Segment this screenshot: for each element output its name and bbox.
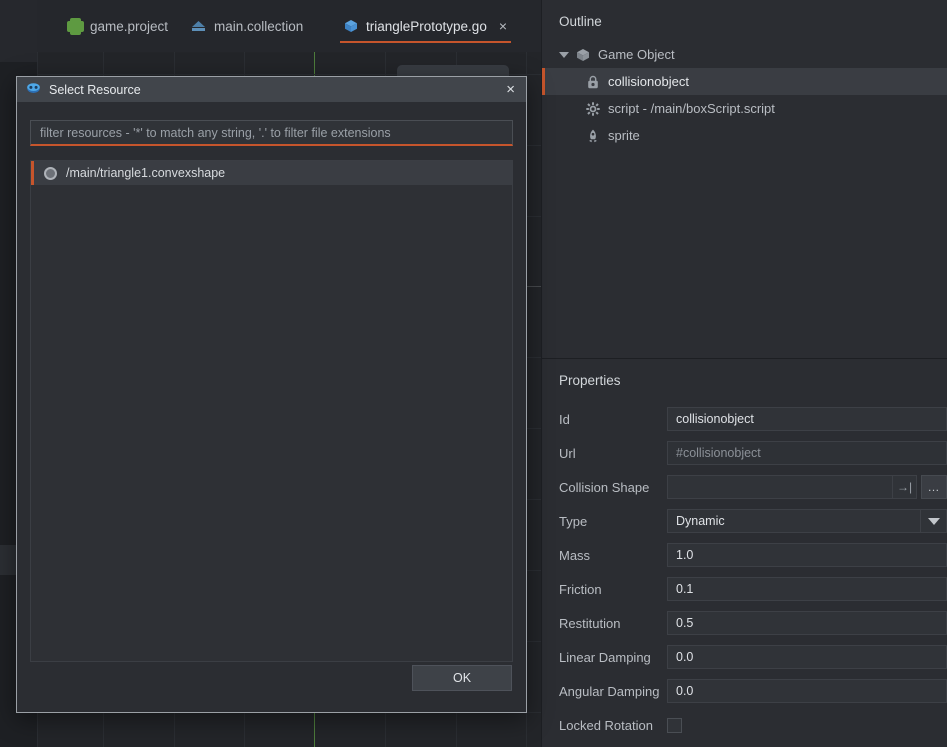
outline-row-label: collisionobject (608, 74, 689, 89)
property-row-url: Url #collisionobject (542, 436, 947, 470)
property-row-friction: Friction 0.1 (542, 572, 947, 606)
dialog-footer: OK (17, 654, 526, 712)
list-item-label: /main/triangle1.convexshape (66, 166, 226, 180)
linear-damping-field[interactable]: 0.0 (667, 645, 947, 669)
property-row-mass: Mass 1.0 (542, 538, 947, 572)
property-row-collision-shape: Collision Shape →| … (542, 470, 947, 504)
outline-row-label: script - /main/boxScript.script (608, 101, 775, 116)
defold-logo-icon (26, 81, 41, 99)
friction-field[interactable]: 0.1 (667, 577, 947, 601)
properties-panel: Properties Id collisionobject Url #colli… (542, 359, 947, 747)
tab-triangle-prototype-go[interactable]: trianglePrototype.go × (330, 0, 521, 52)
game-object-icon (575, 47, 591, 63)
script-icon (585, 101, 601, 117)
url-field: #collisionobject (667, 441, 947, 465)
close-icon[interactable]: × (503, 82, 518, 97)
project-icon (69, 19, 82, 33)
tab-close-icon[interactable]: × (499, 19, 507, 33)
editor-window: game.project main.collection trianglePro… (0, 0, 947, 747)
collision-object-icon (585, 74, 601, 90)
id-field[interactable]: collisionobject (667, 407, 947, 431)
property-label: Mass (559, 547, 591, 563)
outline-row-game-object[interactable]: Game Object (542, 41, 947, 68)
property-row-id: Id collisionobject (542, 402, 947, 436)
selection-accent-bar (31, 161, 34, 185)
property-label: Friction (559, 581, 602, 597)
restitution-field[interactable]: 0.5 (667, 611, 947, 635)
left-rail-panel-top (0, 0, 37, 62)
property-label: Type (559, 513, 588, 529)
chevron-down-icon[interactable] (559, 51, 569, 58)
game-object-icon (344, 19, 358, 33)
property-row-locked-rotation: Locked Rotation (542, 708, 947, 742)
outline-tree: Game Object collisionobject script - /ma… (542, 41, 947, 149)
ok-button[interactable]: OK (412, 665, 512, 691)
outline-title: Outline (559, 14, 602, 29)
select-resource-dialog: Select Resource × filter resources - '*'… (16, 76, 527, 713)
active-tab-underline (340, 41, 512, 43)
property-row-angular-damping: Angular Damping 0.0 (542, 674, 947, 708)
tab-label: trianglePrototype.go (366, 18, 487, 34)
outline-row-label: Game Object (598, 47, 675, 62)
dialog-title: Select Resource (49, 82, 141, 97)
convexshape-icon (44, 166, 57, 180)
angular-damping-field[interactable]: 0.0 (667, 679, 947, 703)
properties-title: Properties (559, 373, 621, 388)
chevron-down-icon[interactable] (921, 509, 947, 533)
dialog-body: filter resources - '*' to match any stri… (17, 102, 526, 662)
sprite-icon (585, 128, 601, 144)
property-label: Collision Shape (559, 479, 650, 495)
properties-list: Id collisionobject Url #collisionobject … (542, 402, 947, 742)
collection-icon (191, 20, 206, 33)
mass-field[interactable]: 1.0 (667, 543, 947, 567)
filter-input[interactable]: filter resources - '*' to match any stri… (30, 120, 513, 146)
resource-results-list[interactable]: /main/triangle1.convexshape (30, 160, 513, 662)
outline-row-collisionobject[interactable]: collisionobject (542, 68, 947, 95)
property-row-restitution: Restitution 0.5 (542, 606, 947, 640)
outline-row-label: sprite (608, 128, 640, 143)
dialog-titlebar[interactable]: Select Resource × (17, 77, 526, 102)
property-label: Url (559, 445, 576, 461)
property-row-linear-damping: Linear Damping 0.0 (542, 640, 947, 674)
outline-row-script[interactable]: script - /main/boxScript.script (542, 95, 947, 122)
property-label: Id (559, 411, 570, 427)
outline-row-sprite[interactable]: sprite (542, 122, 947, 149)
tab-main-collection[interactable]: main.collection (177, 0, 317, 52)
collision-shape-field[interactable] (667, 475, 893, 499)
tab-label: main.collection (214, 18, 304, 34)
selection-accent-bar (542, 68, 545, 95)
list-item[interactable]: /main/triangle1.convexshape (31, 161, 512, 185)
locked-rotation-checkbox[interactable] (667, 717, 682, 733)
tab-game-project[interactable]: game.project (55, 0, 182, 52)
property-label: Restitution (559, 615, 621, 631)
property-label: Locked Rotation (559, 717, 653, 733)
goto-resource-icon[interactable]: →| (893, 475, 917, 499)
outline-panel: Outline Game Object collisionobject scri… (542, 0, 947, 359)
type-select-value[interactable]: Dynamic (667, 509, 921, 533)
property-row-type: Type Dynamic (542, 504, 947, 538)
property-label: Linear Damping (559, 649, 651, 665)
right-panel: Outline Game Object collisionobject scri… (541, 0, 947, 747)
tab-label: game.project (90, 18, 169, 34)
browse-resource-button[interactable]: … (921, 475, 947, 499)
property-label: Angular Damping (559, 683, 660, 699)
